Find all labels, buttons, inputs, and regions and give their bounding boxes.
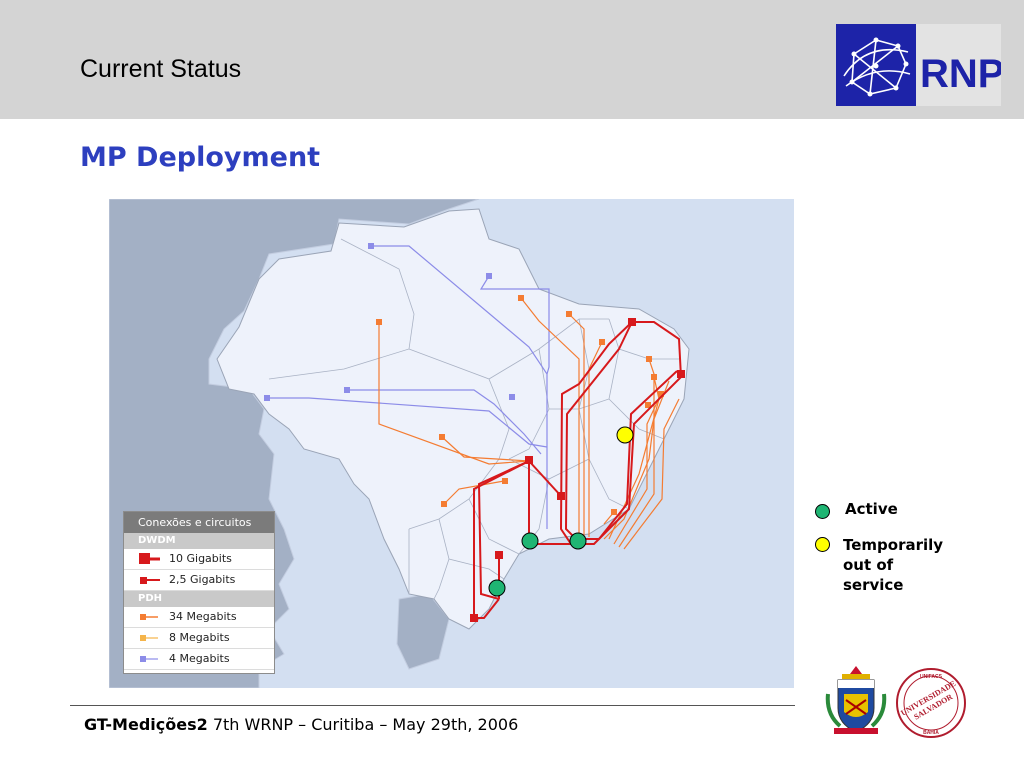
- unifacs-top-text: UNIFACS: [920, 674, 943, 680]
- legend-label-25g: 2,5 Gigabits: [169, 573, 236, 586]
- slide-title: Current Status: [80, 55, 242, 83]
- legend-label-8m: 8 Megabits: [169, 631, 230, 644]
- map-legend-title: Conexões e circuitos: [124, 512, 274, 533]
- unifacs-bottom-text: BAHIA: [923, 730, 939, 736]
- legend-group-dwdm: DWDM: [124, 533, 274, 549]
- header-band: Current Status RNP: [0, 0, 1024, 119]
- pdh-34m-swatch: [140, 614, 158, 620]
- temp-label-1: Temporarily: [843, 536, 944, 554]
- legend-label-34m: 34 Megabits: [169, 610, 237, 623]
- temp-label-3: service: [843, 576, 904, 594]
- unifacs-seal-icon: UNIFACS UNIVERSIDADE SALVADOR BAHIA: [896, 668, 966, 738]
- active-label: Active: [845, 500, 898, 518]
- active-marker-3: [488, 579, 506, 597]
- active-marker-2: [569, 532, 587, 550]
- dwdm-10g-swatch: [139, 553, 160, 564]
- legend-row-8m: 8 Megabits: [124, 628, 274, 649]
- ufsc-coat-of-arms-icon: [825, 666, 887, 734]
- legend-row-4m: 4 Megabits: [124, 649, 274, 670]
- legend-row-34m: 34 Megabits: [124, 607, 274, 628]
- rnp-logo: RNP: [836, 24, 1001, 106]
- legend-row-10g: 10 Gigabits: [124, 549, 274, 570]
- rnp-logo-text: RNP: [920, 52, 1001, 96]
- footer-text: GT-Medições2 7th WRNP – Curitiba – May 2…: [84, 715, 518, 734]
- footer-rest: 7th WRNP – Curitiba – May 29th, 2006: [207, 715, 519, 734]
- map-legend: Conexões e circuitos DWDM 10 Gigabits 2,…: [123, 511, 275, 674]
- pdh-8m-swatch: [140, 635, 158, 641]
- inactive-marker-1: [616, 426, 634, 444]
- section-title: MP Deployment: [80, 142, 321, 173]
- footer-divider: [70, 705, 795, 706]
- dwdm-25g-swatch: [140, 577, 160, 584]
- pdh-4m-swatch: [140, 656, 158, 662]
- active-marker-1: [521, 532, 539, 550]
- temp-out-dot-icon: [815, 537, 830, 552]
- footer-bold: GT-Medições2: [84, 715, 208, 734]
- temp-label-2: out of: [843, 556, 894, 574]
- legend-row-25g: 2,5 Gigabits: [124, 570, 274, 591]
- active-dot-icon: [815, 504, 830, 519]
- legend-label-10g: 10 Gigabits: [169, 552, 232, 565]
- legend-label-4m: 4 Megabits: [169, 652, 230, 665]
- legend-group-pdh: PDH: [124, 591, 274, 607]
